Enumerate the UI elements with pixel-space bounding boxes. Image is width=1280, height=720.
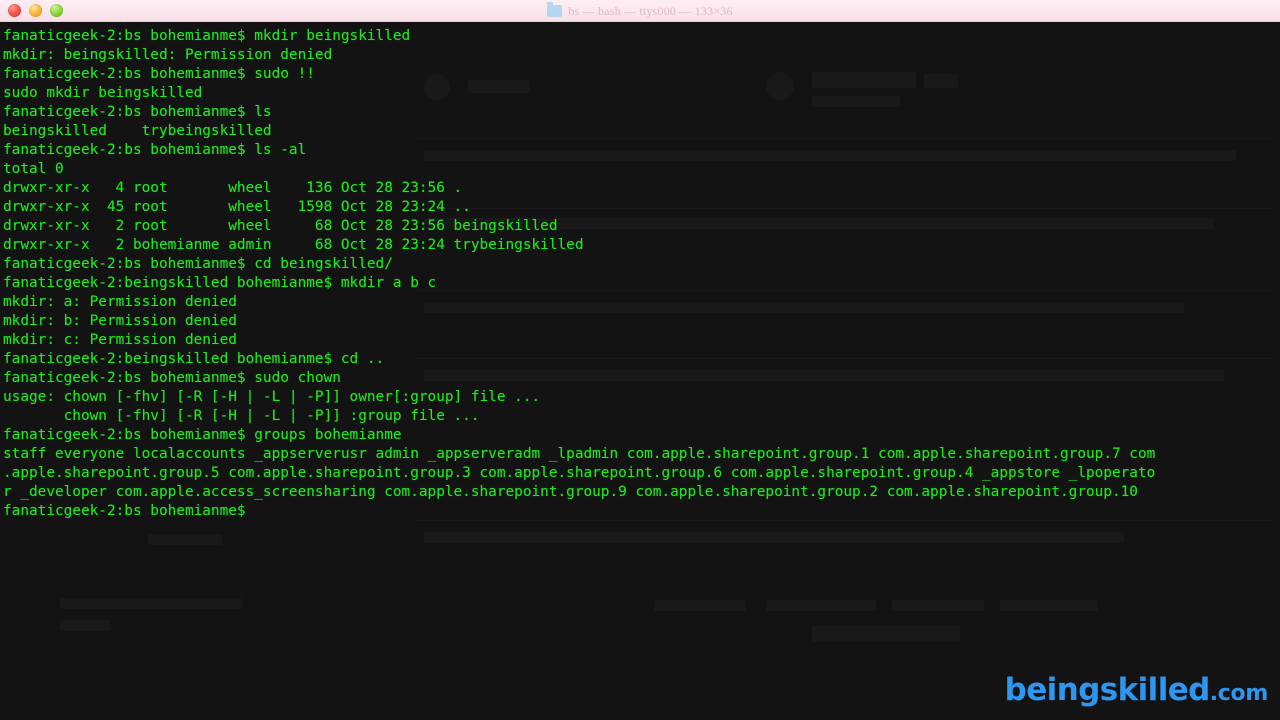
terminal-window: fanaticgeek-2:bs bohemianme$ mkdir being…	[0, 0, 1280, 720]
watermark-skilled: skilled	[1099, 672, 1211, 708]
watermark: beingskilled.com	[1004, 672, 1269, 708]
zoom-button[interactable]	[50, 4, 63, 17]
title-bar[interactable]: bs — bash — ttys000 — 133×36	[0, 0, 1280, 22]
terminal-line: fanaticgeek-2:bs bohemianme$	[3, 503, 246, 519]
terminal-screen[interactable]: fanaticgeek-2:bs bohemianme$ mkdir being…	[0, 22, 1280, 720]
terminal-line: mkdir: beingskilled: Permission denied	[3, 47, 333, 63]
terminal-line: mkdir: c: Permission denied	[3, 332, 237, 348]
terminal-line: fanaticgeek-2:beingskilled bohemianme$ c…	[3, 351, 385, 367]
terminal-line: chown [-fhv] [-R [-H | -L | -P]] :group …	[3, 408, 480, 424]
window-controls	[8, 4, 63, 17]
watermark-dotcom: .com	[1209, 681, 1269, 706]
terminal-line: fanaticgeek-2:bs bohemianme$ sudo !!	[3, 66, 315, 82]
terminal-line: drwxr-xr-x 2 root wheel 68 Oct 28 23:56 …	[3, 218, 558, 234]
terminal-line: total 0	[3, 161, 64, 177]
terminal-line: fanaticgeek-2:bs bohemianme$ mkdir being…	[3, 28, 411, 44]
terminal-line: sudo mkdir beingskilled	[3, 85, 203, 101]
terminal-line: drwxr-xr-x 45 root wheel 1598 Oct 28 23:…	[3, 199, 471, 215]
terminal-line: fanaticgeek-2:bs bohemianme$ ls -al	[3, 142, 307, 158]
terminal-line: mkdir: a: Permission denied	[3, 294, 237, 310]
terminal-line: fanaticgeek-2:bs bohemianme$ ls	[3, 104, 272, 120]
terminal-line: drwxr-xr-x 4 root wheel 136 Oct 28 23:56…	[3, 180, 463, 196]
terminal-line: fanaticgeek-2:bs bohemianme$ cd beingski…	[3, 256, 393, 272]
minimize-button[interactable]	[29, 4, 42, 17]
terminal-line: fanaticgeek-2:bs bohemianme$ groups bohe…	[3, 427, 402, 443]
terminal-line: staff everyone localaccounts _appserveru…	[3, 446, 1156, 462]
terminal-line: usage: chown [-fhv] [-R [-H | -L | -P]] …	[3, 389, 541, 405]
terminal-output[interactable]: fanaticgeek-2:bs bohemianme$ mkdir being…	[3, 27, 1280, 521]
watermark-being: being	[1004, 672, 1101, 708]
terminal-line: fanaticgeek-2:beingskilled bohemianme$ m…	[3, 275, 437, 291]
window-title: bs — bash — ttys000 — 133×36	[568, 3, 733, 18]
terminal-line: beingskilled trybeingskilled	[3, 123, 272, 139]
terminal-line: r _developer com.apple.access_screenshar…	[3, 484, 1138, 500]
terminal-line: mkdir: b: Permission denied	[3, 313, 237, 329]
close-button[interactable]	[8, 4, 21, 17]
title-center: bs — bash — ttys000 — 133×36	[0, 0, 1280, 22]
folder-icon	[547, 2, 563, 17]
terminal-line: drwxr-xr-x 2 bohemianme admin 68 Oct 28 …	[3, 237, 584, 253]
terminal-line: .apple.sharepoint.group.5 com.apple.shar…	[3, 465, 1156, 481]
terminal-line: fanaticgeek-2:bs bohemianme$ sudo chown	[3, 370, 341, 386]
